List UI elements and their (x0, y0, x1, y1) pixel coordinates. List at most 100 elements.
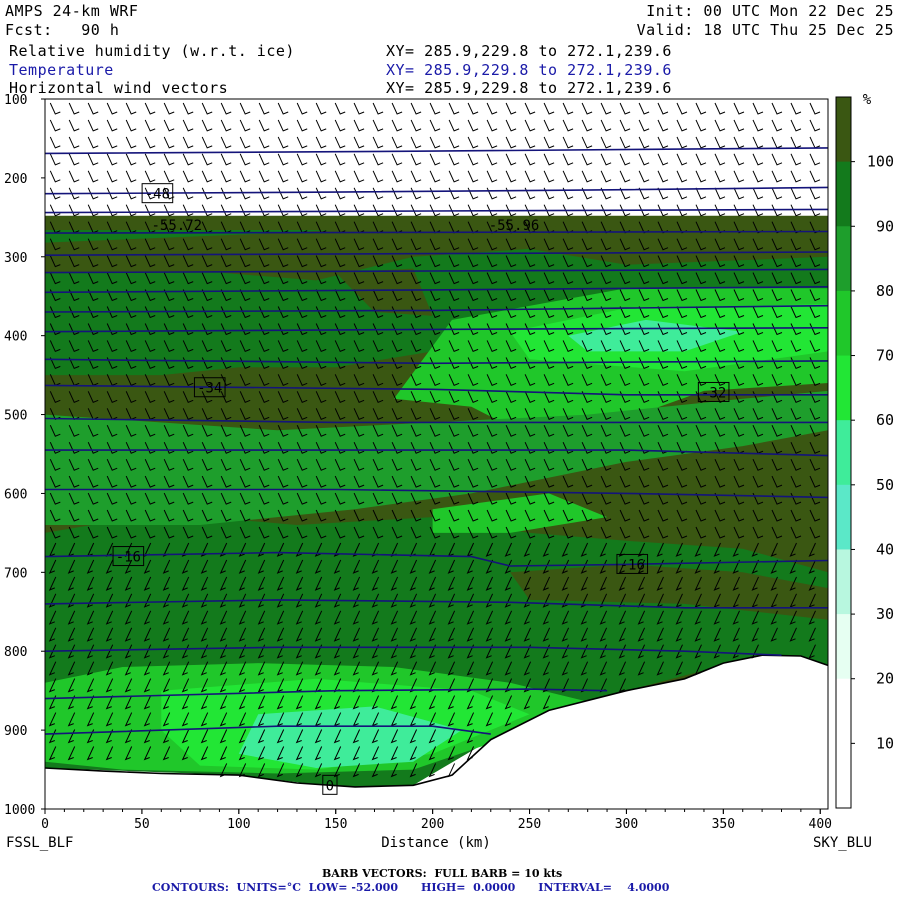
wind-barb (353, 204, 365, 217)
wind-barb (49, 102, 61, 115)
contour-label: -34 (197, 381, 222, 397)
y-tick-label: 800 (4, 645, 27, 660)
wind-barb (353, 170, 365, 183)
wind-barb (467, 153, 479, 166)
wind-barb (49, 136, 61, 149)
wind-barb (296, 153, 308, 166)
wind-barb (790, 136, 802, 149)
wind-barb (182, 102, 194, 115)
wind-barb (87, 119, 99, 132)
wind-barb (581, 102, 593, 115)
wind-barb (676, 170, 688, 183)
wind-barb (125, 119, 137, 132)
wind-barb (277, 136, 289, 149)
wind-barb (410, 187, 422, 200)
wind-barb (258, 119, 270, 132)
wind-barb (467, 119, 479, 132)
wind-barb (372, 187, 384, 200)
wind-barb (277, 119, 289, 132)
y-tick-label: 300 (4, 251, 27, 266)
wind-barb (277, 170, 289, 183)
wind-barb (68, 204, 80, 217)
colorbar-segment (836, 743, 851, 809)
colorbar-segment (836, 549, 851, 615)
wind-barb (391, 204, 403, 217)
wind-barb (49, 119, 61, 132)
wind-barb (505, 136, 517, 149)
wind-barb (486, 136, 498, 149)
wind-barb (505, 187, 517, 200)
wind-barb (733, 170, 745, 183)
wind-barb (125, 153, 137, 166)
wind-barb (391, 119, 403, 132)
wind-barb (182, 136, 194, 149)
wind-barb (391, 102, 403, 115)
wind-barb (600, 136, 612, 149)
wind-barb (486, 187, 498, 200)
y-tick-label: 1000 (4, 803, 35, 818)
wind-barb (163, 102, 175, 115)
wind-barb (220, 102, 232, 115)
colorbar-tick-label: 80 (876, 282, 894, 300)
wind-barb (125, 136, 137, 149)
x-tick-label: 0 (41, 817, 49, 832)
wind-barb (790, 170, 802, 183)
y-tick-label: 100 (4, 93, 27, 108)
wind-barb (106, 153, 118, 166)
x-tick-label: 150 (324, 817, 347, 832)
wind-barb (201, 153, 213, 166)
x-tick-label: 350 (712, 817, 735, 832)
wind-barb (125, 102, 137, 115)
wind-barb (277, 153, 289, 166)
wind-barb (467, 187, 479, 200)
wind-barb (771, 119, 783, 132)
wind-barb (372, 204, 384, 217)
start-station-label: FSSL_BLF (6, 835, 73, 851)
wind-barb (239, 153, 251, 166)
wind-barb (258, 153, 270, 166)
contour-label: -55.96 (489, 218, 540, 234)
wind-barb (144, 102, 156, 115)
wind-barb (87, 136, 99, 149)
wind-barb (353, 187, 365, 200)
wind-barb (771, 187, 783, 200)
wind-barb (391, 153, 403, 166)
wind-barb (182, 204, 194, 217)
contour-label: -55.72 (152, 218, 203, 234)
y-tick-label: 900 (4, 724, 27, 739)
wind-barb (600, 102, 612, 115)
wind-barb (182, 153, 194, 166)
x-axis-title: Distance (km) (381, 835, 491, 851)
wind-barb (467, 136, 479, 149)
colorbar-tick-label: 90 (876, 217, 894, 235)
wind-barb (315, 187, 327, 200)
x-tick-label: 200 (421, 817, 444, 832)
wind-barb (505, 102, 517, 115)
wind-barb (695, 153, 707, 166)
wind-barb (334, 102, 346, 115)
wind-barb (334, 119, 346, 132)
wind-barb (657, 153, 669, 166)
wind-barb (505, 153, 517, 166)
wind-barb (87, 153, 99, 166)
y-tick-label: 500 (4, 409, 27, 424)
cross-section-figure: AMPS 24-km WRF Fcst: 90 h Init: 00 UTC M… (0, 0, 900, 900)
wind-barb (163, 204, 175, 217)
wind-barb (410, 102, 422, 115)
wind-barb (638, 153, 650, 166)
wind-barb (429, 187, 441, 200)
wind-barb (448, 187, 460, 200)
wind-barb (695, 170, 707, 183)
wind-barb (809, 153, 821, 166)
wind-barb (809, 119, 821, 132)
wind-barb (163, 170, 175, 183)
wind-barb (334, 187, 346, 200)
wind-barb (277, 204, 289, 217)
wind-barb (87, 102, 99, 115)
wind-barb (220, 119, 232, 132)
wind-barb (372, 102, 384, 115)
wind-barb (771, 102, 783, 115)
colorbar-segment (836, 226, 851, 292)
colorbar: 10 20 30 40 50 60 70 80 90 100 (835, 96, 894, 809)
wind-barb (429, 153, 441, 166)
